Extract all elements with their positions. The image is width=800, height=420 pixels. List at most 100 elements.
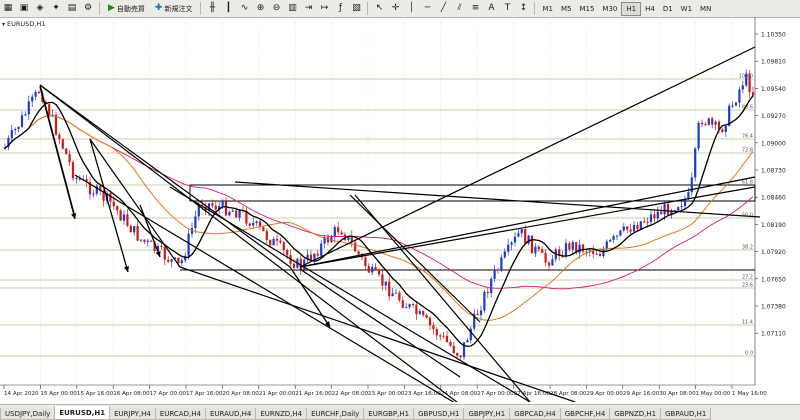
chart-tab[interactable]: GBPCHF,H4 — [559, 408, 611, 420]
chart-tab[interactable]: EURJPY,H4 — [109, 408, 156, 420]
candle-body — [493, 269, 496, 279]
candle-body — [337, 227, 340, 233]
templates-icon[interactable]: ▧ — [349, 2, 363, 16]
trendline-icon[interactable]: ╱ — [436, 2, 450, 16]
timeframe-w1[interactable]: W1 — [677, 2, 696, 16]
auto-scroll-icon[interactable]: ⇥ — [301, 2, 315, 16]
candle-body — [68, 154, 71, 163]
auto-trade-button[interactable]: ▶ 自動売買 — [104, 2, 149, 16]
candle-body — [316, 253, 319, 256]
chart-tab[interactable]: EURAUD,H4 — [204, 408, 257, 420]
candle-body — [513, 236, 517, 243]
candle-body — [292, 263, 296, 268]
tester-icon[interactable]: ⚙ — [81, 2, 95, 16]
candle-body — [479, 310, 483, 315]
candle-body — [551, 259, 554, 266]
candle-body — [388, 281, 391, 297]
date-tick-label: 23 Apr 00:00 — [368, 391, 405, 397]
zoom-out-icon[interactable]: ⊖ — [269, 2, 283, 16]
cursor-icon[interactable]: ↖ — [372, 2, 386, 16]
chart-shift-icon[interactable]: ↦ — [317, 2, 331, 16]
chart-tab[interactable]: EURGBP,H1 — [363, 408, 415, 420]
candle-body — [459, 355, 462, 358]
chart-tab[interactable]: GBPJPY,H1 — [463, 408, 511, 420]
timeframe-m5[interactable]: M5 — [557, 2, 576, 16]
terminal-icon[interactable]: ▤ — [65, 2, 79, 16]
crosshair-icon[interactable]: ✛ — [388, 2, 402, 16]
price-tick-label: 1.08190 — [761, 222, 786, 229]
fib-level-label: 11.4 — [742, 320, 753, 326]
vertical-line-icon[interactable]: │ — [404, 2, 418, 16]
timeframe-m1[interactable]: M1 — [538, 2, 557, 16]
resistance-zone — [189, 184, 756, 202]
candle-body — [439, 335, 442, 337]
timeframe-mn[interactable]: MN — [696, 2, 715, 16]
candle-body — [34, 91, 37, 97]
timeframe-h1[interactable]: H1 — [621, 1, 642, 16]
candle-body — [180, 260, 183, 264]
profiles-icon[interactable]: ▣ — [17, 2, 31, 16]
candle-body — [275, 238, 279, 241]
candlestick-icon[interactable]: ┃ — [221, 2, 235, 16]
candle-body — [238, 210, 241, 218]
date-tick-label: 22 Apr 08:00 — [332, 391, 369, 397]
new-chart-icon[interactable]: ▦ — [1, 2, 15, 16]
timeframe-m30[interactable]: M30 — [598, 2, 621, 16]
candle-body — [71, 162, 75, 179]
chart-tab[interactable]: EURNZD,H4 — [255, 408, 308, 420]
candle-body — [139, 239, 143, 241]
chart-tab[interactable]: GBPAUD,H1 — [660, 408, 712, 420]
chart-tab[interactable]: EURCAD,H4 — [154, 408, 206, 420]
candle-body — [231, 210, 234, 212]
price-chart[interactable]: 1.10350 1.09810 1.09540 1.09270 1.09000 1.087… — [0, 17, 800, 413]
date-tick-label: 1 May 00:00 — [696, 391, 731, 397]
price-tick-label: 1.09810 — [761, 59, 786, 66]
arrows-icon[interactable]: ↕ — [516, 2, 530, 16]
chart-tab[interactable]: GBPCAD,H4 — [509, 408, 561, 420]
chart-tab[interactable]: GBPUSD,H1 — [413, 408, 465, 420]
market-watch-icon[interactable]: ◈ — [33, 2, 47, 16]
candle-body — [663, 204, 666, 215]
candle-body — [65, 148, 68, 155]
candle-body — [751, 92, 755, 96]
moving-average-black — [4, 95, 754, 347]
candle-body — [632, 225, 636, 232]
timeframe-m15[interactable]: M15 — [575, 2, 598, 16]
date-tick-label: 29 Apr 16:00 — [623, 391, 660, 397]
candle-body — [371, 266, 374, 273]
price-tick-label: 1.09540 — [761, 86, 786, 93]
tile-windows-icon[interactable]: ▥ — [285, 2, 299, 16]
toolbar-separator — [367, 2, 369, 15]
candle-body — [163, 247, 166, 260]
timeframe-h4[interactable]: H4 — [641, 2, 659, 16]
new-order-button[interactable]: ✚ 新規注文 — [151, 2, 197, 16]
label-tool-icon[interactable]: T — [500, 2, 514, 16]
candle-body — [666, 204, 670, 215]
chart-tab[interactable]: USDJPY,Daily — [0, 408, 56, 420]
chart-tab[interactable]: EURCHF,Daily — [306, 408, 365, 420]
candle-body — [160, 246, 163, 248]
bar-chart-icon[interactable]: ╫ — [205, 2, 219, 16]
text-tool-icon[interactable]: A — [484, 2, 498, 16]
trend-arrow — [139, 204, 161, 258]
line-chart-icon[interactable]: ∿ — [237, 2, 251, 16]
candle-body — [398, 292, 401, 301]
candle-body — [252, 222, 255, 226]
horizontal-line-icon[interactable]: ─ — [420, 2, 434, 16]
candle-body — [177, 257, 180, 264]
channel-icon[interactable]: ⫽ — [452, 2, 466, 16]
fibonacci-icon[interactable]: ≡ — [468, 2, 482, 16]
candle-body — [136, 225, 139, 241]
chart-tabs: USDJPY,Daily EURUSD,H1 EURJPY,H4 EURCAD,H4 E… — [0, 404, 800, 420]
candle-body — [374, 266, 377, 271]
candle-body — [490, 278, 493, 294]
chart-menu-icon[interactable]: ▾ — [2, 21, 5, 28]
navigator-icon[interactable]: ✦ — [49, 2, 63, 16]
chart-tab[interactable]: GBPNZD,H1 — [609, 408, 662, 420]
zoom-in-icon[interactable]: ⊕ — [253, 2, 267, 16]
timeframe-d1[interactable]: D1 — [659, 2, 677, 16]
chart-area[interactable]: 1.10350 1.09810 1.09540 1.09270 1.09000 1.087… — [0, 17, 800, 413]
trend-arrow — [89, 138, 129, 273]
indicators-icon[interactable]: ƒ — [333, 2, 347, 16]
chart-tab[interactable]: EURUSD,H1 — [54, 406, 111, 420]
